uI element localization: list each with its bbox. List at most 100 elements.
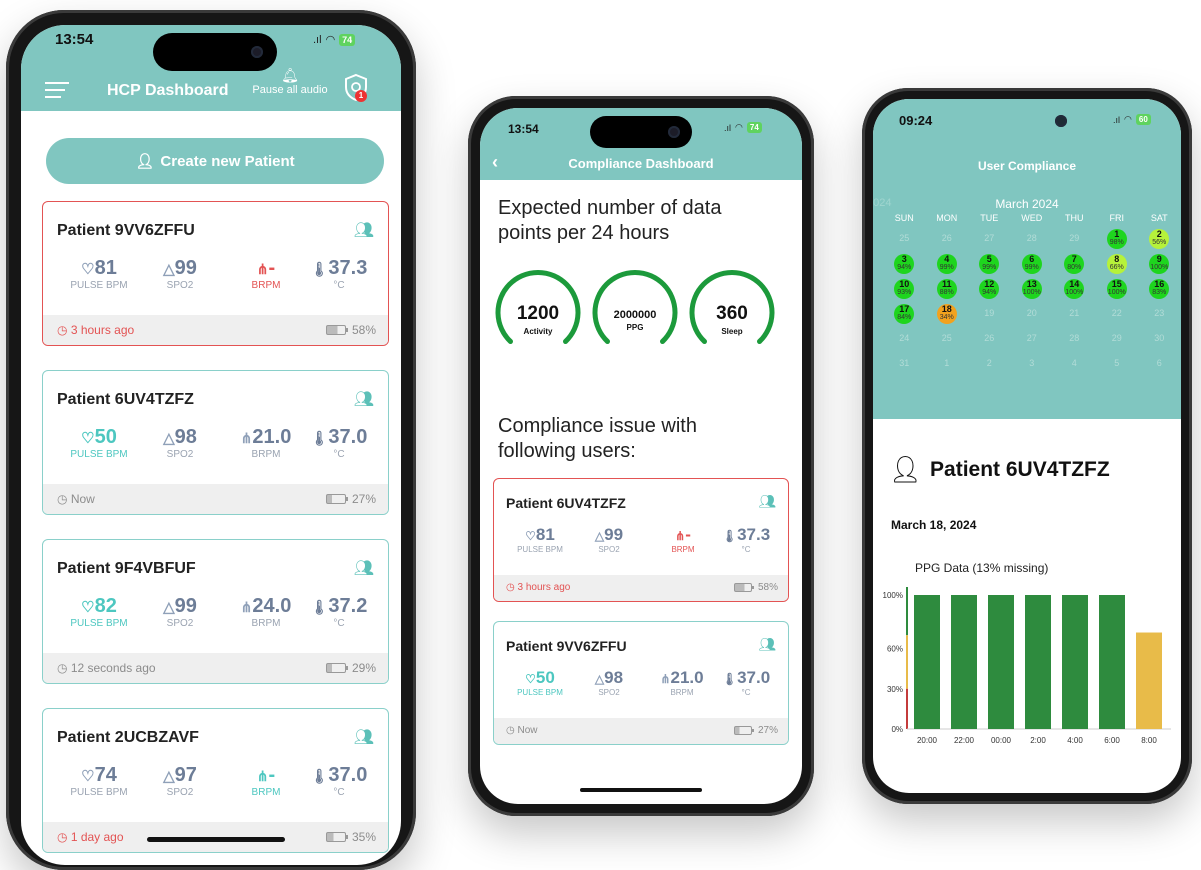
pause-audio-button[interactable]: 🔔︎ Pause all audio — [249, 67, 331, 96]
card-footer: ◷ 3 hours ago 58% — [494, 575, 788, 601]
temp-value: 37.2 — [328, 595, 368, 617]
screen: 13:54 .ıl ◠ 74 ‹ Compliance Dashboard Ex… — [480, 108, 802, 804]
brpm-label: BRPM — [251, 280, 281, 291]
calendar-day[interactable]: 5 99% — [979, 254, 1000, 274]
calendar-day[interactable]: 14 100% — [1064, 279, 1085, 299]
menu-icon[interactable] — [45, 82, 69, 98]
brpm-value-row: ⋔21.0 — [646, 668, 718, 688]
calendar-day[interactable]: 12 94% — [979, 279, 1000, 299]
calendar-day[interactable]: 8 66% — [1106, 254, 1127, 274]
group-icon[interactable]: 👥︎ — [354, 389, 374, 409]
calendar-day[interactable]: 9 100% — [1149, 254, 1170, 274]
calendar-day[interactable]: 6 99% — [1021, 254, 1042, 274]
patient-card[interactable]: Patient 9F4VBFUF 👥︎ ♡82 PULSE BPM △99 SP… — [42, 539, 389, 684]
battery-icon — [733, 583, 754, 592]
calendar-day[interactable]: 16 83% — [1149, 279, 1170, 299]
pulse-value: 74 — [94, 764, 117, 786]
day-percent: 80% — [1067, 264, 1082, 271]
battery-status: 58% — [733, 582, 778, 593]
calendar-day: 24 — [899, 333, 910, 343]
dynamic-island — [590, 116, 692, 148]
day-percent: 84% — [897, 314, 912, 321]
calendar-day[interactable]: 1 98% — [1106, 229, 1127, 249]
patient-card[interactable]: Patient 9VV6ZFFU 👥︎ ♡81 PULSE BPM △99 SP… — [42, 201, 389, 346]
weekday-label: TUE — [980, 213, 999, 223]
group-icon[interactable]: 👥︎ — [354, 727, 374, 747]
spo2-label: SPO2 — [598, 545, 620, 554]
day-percent: 99% — [1024, 264, 1039, 271]
temp-value: 37.3 — [737, 525, 771, 544]
patient-card[interactable]: Patient 6UV4TZFZ 👥︎ ♡81 PULSE BPM △99 SP… — [493, 478, 789, 602]
group-icon[interactable]: 👥︎ — [758, 493, 776, 510]
calendar-day[interactable]: 10 93% — [894, 279, 915, 299]
group-icon[interactable]: 👥︎ — [354, 558, 374, 578]
bar[interactable] — [1099, 595, 1125, 729]
temp-label: °C — [333, 449, 345, 460]
spo2-value: 98 — [604, 668, 624, 687]
bar[interactable] — [1062, 595, 1088, 729]
y-tick-label: 60% — [887, 645, 903, 654]
calendar-day[interactable]: 4 99% — [936, 254, 957, 274]
pulse-label: PULSE BPM — [70, 618, 128, 629]
heart-icon: ♡ — [81, 599, 95, 616]
notification-button[interactable]: 1 — [343, 73, 369, 103]
day-percent: 34% — [939, 314, 954, 321]
day-number: 3 — [901, 254, 907, 264]
thermometer-icon: 🌡︎ — [310, 768, 329, 784]
calendar-day[interactable]: 2 56% — [1149, 229, 1170, 249]
calendar-day[interactable]: 17 84% — [894, 304, 915, 324]
temp-value: 37.3 — [328, 257, 368, 279]
calendar-day[interactable]: 11 88% — [936, 279, 957, 299]
patient-card[interactable]: Patient 9VV6ZFFU 👥︎ ♡50 PULSE BPM △98 SP… — [493, 621, 789, 745]
bar[interactable] — [951, 595, 977, 729]
status-time: 13:54 — [508, 122, 539, 136]
phone-user-compliance: 09:24 .ıl ◠ 60 User Compliance 2024 Marc… — [862, 88, 1192, 804]
patient-name: Patient 9VV6ZFFU — [506, 638, 627, 654]
add-user-icon: 👤︎ — [135, 153, 155, 170]
gauge-ppg: 2000000 PPG — [595, 293, 675, 353]
brpm-value: - — [268, 764, 276, 786]
battery-text: 58% — [757, 582, 778, 593]
spo2-value: 99 — [174, 595, 197, 617]
pulse-metric: ♡81 PULSE BPM — [63, 257, 135, 291]
day-number: 17 — [899, 304, 910, 314]
day-number: 18 — [941, 304, 952, 314]
brpm-value-row: ⋔- — [231, 257, 301, 280]
bar[interactable] — [1136, 632, 1162, 729]
spo2-value-row: △98 — [148, 426, 212, 449]
temp-label: °C — [333, 618, 345, 629]
bar[interactable] — [1025, 595, 1051, 729]
patient-header: 👤︎ Patient 6UV4TZFZ — [889, 454, 1110, 485]
dynamic-island — [153, 33, 277, 71]
temp-value-row: 🌡︎37.3 — [305, 257, 373, 280]
pulse-value-row: ♡50 — [510, 668, 570, 688]
thermometer-icon: 🌡︎ — [310, 430, 329, 446]
group-icon[interactable]: 👥︎ — [354, 220, 374, 240]
phone-compliance-dashboard: 13:54 .ıl ◠ 74 ‹ Compliance Dashboard Ex… — [468, 96, 814, 816]
calendar-day[interactable]: 13 100% — [1021, 279, 1042, 299]
patient-card[interactable]: Patient 2UCBZAVF 👥︎ ♡74 PULSE BPM △97 SP… — [42, 708, 389, 853]
create-patient-label: Create new Patient — [160, 152, 295, 170]
bar[interactable] — [988, 595, 1014, 729]
day-number: 6 — [1029, 254, 1035, 264]
calendar-day[interactable]: 15 100% — [1106, 279, 1127, 299]
calendar-day[interactable]: 3 94% — [894, 254, 915, 274]
drop-icon: △ — [163, 261, 175, 278]
weekday-label: WED — [1021, 213, 1043, 223]
calendar-day[interactable]: 7 80% — [1064, 254, 1085, 274]
battery-text: 27% — [757, 725, 778, 736]
temp-metric: 🌡︎37.3 °C — [716, 525, 776, 554]
gauge-label: Sleep — [721, 327, 743, 336]
create-patient-button[interactable]: 👤︎ Create new Patient — [46, 138, 384, 184]
bar[interactable] — [914, 595, 940, 729]
temp-value-row: 🌡︎37.2 — [305, 595, 373, 618]
spo2-label: SPO2 — [166, 280, 194, 291]
brpm-value-row: ⋔21.0 — [228, 426, 304, 449]
group-icon[interactable]: 👥︎ — [758, 636, 776, 653]
calendar-day: 19 — [984, 308, 995, 318]
last-seen: ◷ 1 day ago — [57, 830, 124, 844]
calendar-day[interactable]: 18 34% — [936, 304, 957, 324]
patient-name: Patient 2UCBZAVF — [57, 729, 199, 746]
battery-icon — [733, 726, 754, 735]
patient-card[interactable]: Patient 6UV4TZFZ 👥︎ ♡50 PULSE BPM △98 SP… — [42, 370, 389, 515]
